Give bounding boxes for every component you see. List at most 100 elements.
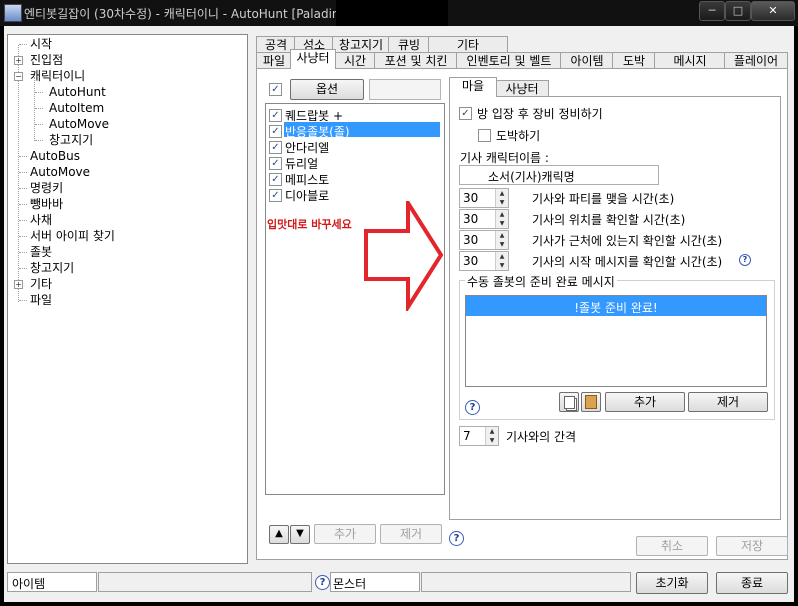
character-checkbox[interactable]: ✓ — [269, 189, 282, 202]
spin-down-icon[interactable]: ▼ — [495, 198, 508, 207]
tree-item-leech-bot[interactable]: 졸봇 — [30, 245, 52, 259]
maximize-button[interactable]: □ — [725, 1, 751, 21]
add-message-button[interactable]: 추가 — [605, 392, 685, 412]
spin-down-icon[interactable]: ▼ — [495, 219, 508, 228]
item-status-field — [98, 572, 312, 592]
character-checkbox[interactable]: ✓ — [269, 141, 282, 154]
spin-down-icon[interactable]: ▼ — [495, 261, 508, 270]
tree-line — [19, 300, 27, 301]
tab-inventory-belt[interactable]: 인벤토리 및 벨트 — [456, 52, 562, 69]
spinner-value: 30 — [463, 233, 479, 247]
tree-item-stash-root[interactable]: 창고지기 — [30, 261, 74, 275]
party-time-label: 기사와 파티를 맺을 시간(초) — [532, 192, 675, 206]
spin-down-icon[interactable]: ▼ — [495, 240, 508, 249]
party-time-spinner[interactable]: 30 ▲ ▼ — [459, 188, 509, 208]
remove-character-button[interactable]: 제거 — [380, 524, 442, 544]
add-character-button[interactable]: 추가 — [314, 524, 376, 544]
tab-potion-chicken[interactable]: 포션 및 치킨 — [374, 52, 458, 69]
nearby-time-label: 기사가 근처에 있는지 확인할 시간(초) — [532, 234, 723, 248]
tree-item-start[interactable]: 시작 — [30, 37, 52, 51]
spin-up-icon[interactable]: ▲ — [495, 189, 508, 198]
collapse-icon[interactable]: − — [14, 72, 23, 81]
spin-up-icon[interactable]: ▲ — [495, 231, 508, 240]
character-label[interactable]: 듀리얼 — [285, 155, 318, 172]
tab-town[interactable]: 마을 — [449, 77, 497, 97]
move-up-button[interactable]: ▲ — [269, 525, 289, 544]
character-checkbox[interactable]: ✓ — [269, 157, 282, 170]
tab-player[interactable]: 플레이어 — [724, 52, 788, 69]
remove-message-button[interactable]: 제거 — [688, 392, 768, 412]
character-checkbox[interactable]: ✓ — [269, 173, 282, 186]
help-icon[interactable]: ? — [315, 575, 330, 590]
expand-icon[interactable]: + — [14, 280, 23, 289]
select-all-checkbox[interactable]: ✓ — [269, 83, 282, 96]
spin-up-icon[interactable]: ▲ — [485, 427, 498, 436]
tree-line — [19, 252, 27, 253]
tree-item-autobus[interactable]: AutoBus — [30, 149, 80, 163]
tree-item-hotkeys[interactable]: 명령키 — [30, 181, 63, 195]
tree-item-file[interactable]: 파일 — [30, 293, 52, 307]
tree-item-etc[interactable]: 기타 — [30, 277, 52, 291]
tree-item-automove-root[interactable]: AutoMove — [30, 165, 90, 179]
tree-item-stash[interactable]: 창고지기 — [49, 133, 93, 147]
tree-line — [19, 172, 27, 173]
tree-item-entry[interactable]: 진입점 — [30, 53, 63, 67]
tree-item-automove[interactable]: AutoMove — [49, 117, 109, 131]
interval-spinner[interactable]: 7 ▲ ▼ — [459, 426, 499, 446]
character-label[interactable]: 메피스토 — [285, 171, 329, 188]
move-down-button[interactable]: ▼ — [290, 525, 310, 544]
character-checkbox[interactable]: ✓ — [269, 125, 282, 138]
paste-button[interactable] — [581, 392, 601, 412]
options-button[interactable]: 옵션 — [290, 79, 364, 100]
tab-etc[interactable]: 기타 — [428, 36, 508, 53]
help-icon[interactable]: ? — [465, 400, 480, 415]
tab-hunting-ground[interactable]: 사냥터 — [290, 49, 336, 69]
start-message-time-spinner[interactable]: 30 ▲ ▼ — [459, 251, 509, 271]
tree-item-character[interactable]: 캐릭터이니 — [30, 69, 85, 83]
tab-message[interactable]: 메시지 — [654, 52, 726, 69]
tree-item-baal[interactable]: 뺑바바 — [30, 197, 63, 211]
tab-item[interactable]: 아이템 — [560, 52, 614, 69]
spin-up-icon[interactable]: ▲ — [495, 252, 508, 261]
help-icon[interactable]: ? — [449, 531, 464, 546]
tree-item-autoitem[interactable]: AutoItem — [49, 101, 104, 115]
start-message-time-label: 기사의 시작 메시지를 확인할 시간(초) — [532, 255, 723, 269]
tab-gamble[interactable]: 도박 — [612, 52, 656, 69]
tab-inner-hunting[interactable]: 사냥터 — [495, 80, 549, 97]
tree-line — [35, 124, 43, 125]
knight-name-input[interactable]: 소서(기사)캐릭명 — [459, 165, 659, 185]
gamble-checkbox[interactable] — [478, 129, 491, 142]
reset-button[interactable]: 초기화 — [636, 572, 708, 594]
tree-item-autohunt[interactable]: AutoHunt — [49, 85, 106, 99]
tab-stash[interactable]: 창고지기 — [332, 36, 390, 53]
tree-item-server-ip[interactable]: 서버 아이피 찾기 — [30, 229, 115, 243]
spin-up-icon[interactable]: ▲ — [495, 210, 508, 219]
cancel-button[interactable]: 취소 — [636, 536, 708, 556]
tab-file[interactable]: 파일 — [256, 52, 292, 69]
equip-checkbox[interactable]: ✓ — [459, 107, 472, 120]
tree-item-loan[interactable]: 사채 — [30, 213, 52, 227]
navigation-tree[interactable]: 시작 + 진입점 − 캐릭터이니 AutoHunt AutoItem AutoM… — [7, 34, 248, 564]
ready-message-row[interactable]: !졸봇 준비 완료! — [466, 296, 766, 316]
tree-line — [19, 204, 27, 205]
character-label[interactable]: 안다리엘 — [285, 139, 329, 156]
exit-button[interactable]: 종료 — [716, 572, 788, 594]
ready-message-list[interactable]: !졸봇 준비 완료! — [465, 295, 767, 387]
gamble-label[interactable]: 도박하기 — [496, 127, 540, 144]
copy-button[interactable] — [559, 392, 579, 412]
help-icon[interactable]: ? — [739, 254, 751, 266]
tab-cubing[interactable]: 큐빙 — [388, 36, 430, 53]
expand-icon[interactable]: + — [14, 56, 23, 65]
character-label-selected[interactable]: 반응졸봇(졸) — [285, 123, 350, 140]
equip-label[interactable]: 방 입장 후 장비 정비하기 — [477, 105, 603, 122]
title-bar: 엔티봇길잡이 (30차수정) - 캐릭터이니 - AutoHunt [Palad… — [0, 0, 798, 26]
position-time-spinner[interactable]: 30 ▲ ▼ — [459, 209, 509, 229]
save-button[interactable]: 저장 — [716, 536, 788, 556]
character-label[interactable]: 디아블로 — [285, 187, 329, 204]
minimize-button[interactable]: ─ — [699, 1, 725, 21]
nearby-time-spinner[interactable]: 30 ▲ ▼ — [459, 230, 509, 250]
tab-time[interactable]: 시간 — [334, 52, 376, 69]
spin-down-icon[interactable]: ▼ — [485, 436, 498, 445]
character-checkbox[interactable]: ✓ — [269, 109, 282, 122]
close-button[interactable]: ✕ — [751, 1, 795, 21]
